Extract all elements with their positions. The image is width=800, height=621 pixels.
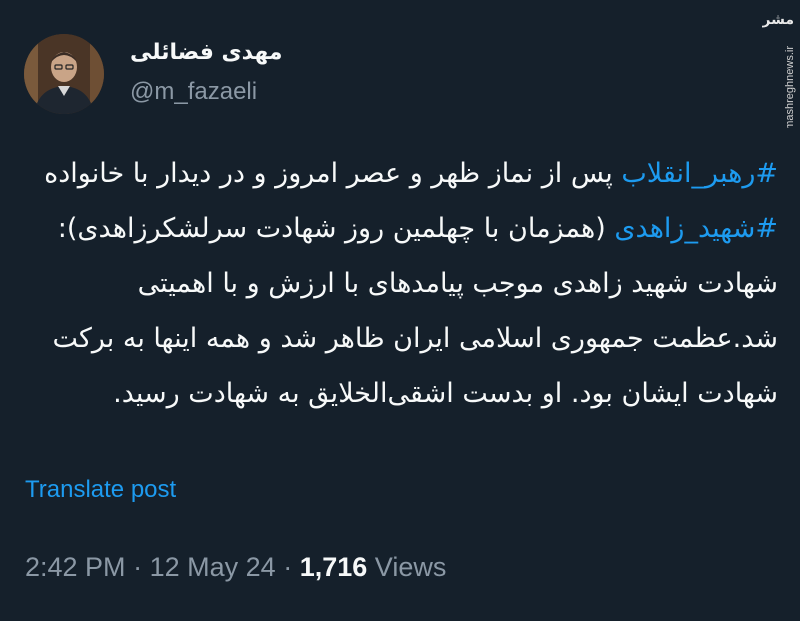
hashtag-link[interactable]: #رهبر_انقلاب: [621, 158, 778, 189]
separator-dot: ·: [283, 552, 293, 582]
watermark-logo: مشرق: [762, 12, 794, 28]
avatar-photo: [24, 34, 104, 114]
views-label: Views: [374, 552, 447, 582]
watermark-url: mashreghnews.ir: [784, 46, 796, 128]
author-display-name[interactable]: مهدی فضائلی: [130, 40, 283, 65]
watermark: مشرق mashreghnews.ir: [762, 8, 800, 128]
author-handle[interactable]: @m_fazaeli: [130, 78, 257, 106]
tweet-time[interactable]: 2:42 PM: [25, 552, 126, 582]
hashtag-link[interactable]: #شهید_زاهدی: [614, 213, 778, 244]
tweet-text-segment: پس از نماز ظهر و عصر امروز و در دیدار با…: [44, 158, 622, 189]
tweet-metadata: 2:42 PM · 12 May 24 · 1,716 Views: [25, 552, 446, 583]
tweet-date[interactable]: 12 May 24: [150, 552, 276, 582]
translate-post-link[interactable]: Translate post: [25, 476, 176, 504]
tweet-text: #رهبر_انقلاب پس از نماز ظهر و عصر امروز …: [22, 146, 778, 421]
separator-dot: ·: [133, 552, 143, 582]
views-count[interactable]: 1,716: [300, 552, 368, 582]
avatar[interactable]: [24, 34, 104, 114]
